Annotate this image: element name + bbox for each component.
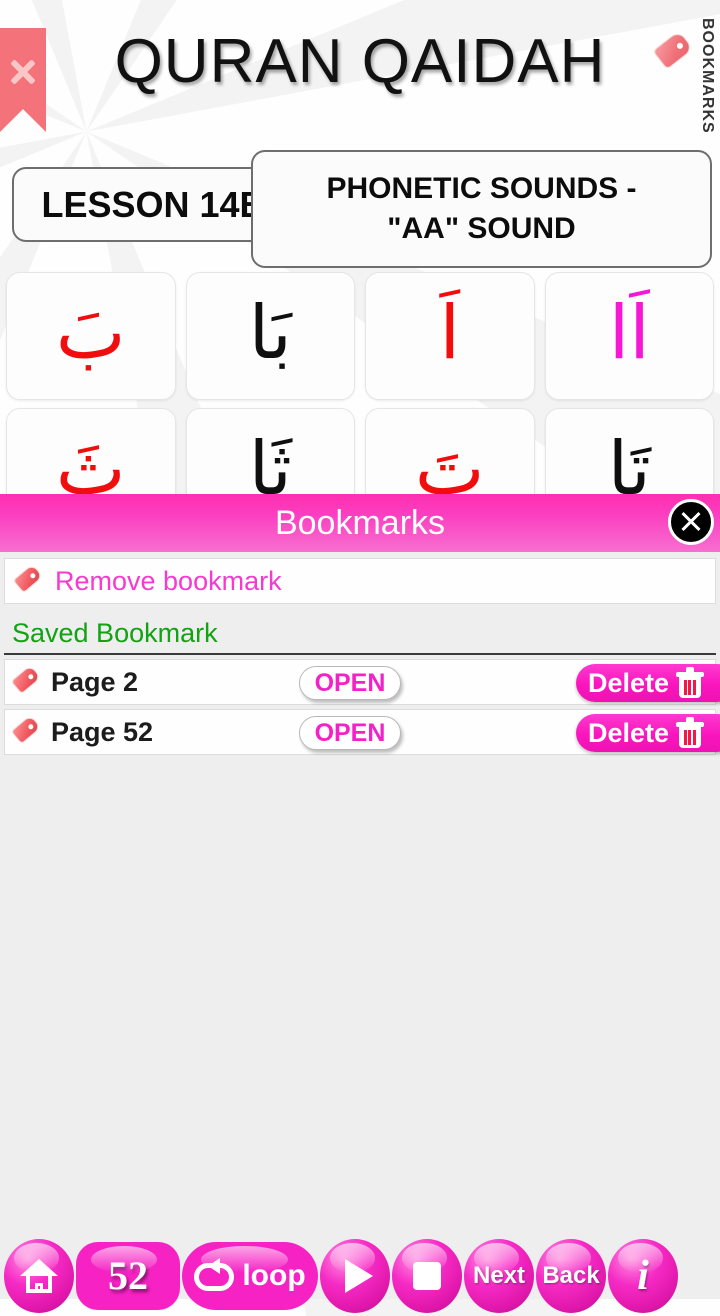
bookmark-page-label: Page 2	[51, 666, 139, 697]
lesson-topic-line1: PHONETIC SOUNDS -	[326, 171, 637, 205]
trash-icon	[675, 667, 705, 699]
delete-bookmark-button[interactable]: Delete	[576, 714, 720, 752]
next-button[interactable]: Next	[464, 1238, 534, 1313]
close-icon	[679, 510, 703, 534]
lesson-bar: LESSON 14B PHONETIC SOUNDS - "AA" SOUND	[0, 145, 720, 272]
bottom-toolbar: 52 loop Next Back i	[0, 1235, 720, 1316]
page-number-button[interactable]: 52	[76, 1241, 180, 1310]
stop-button[interactable]	[392, 1238, 462, 1313]
bookmarks-panel: Bookmarks Remove bookmark Saved Bookmark…	[0, 494, 720, 1299]
home-button[interactable]	[4, 1238, 74, 1313]
back-label: Back	[542, 1261, 600, 1289]
bookmark-row[interactable]: Page 2 OPEN Delete	[4, 659, 720, 705]
bookmark-tag-icon	[10, 714, 42, 749]
play-button[interactable]	[320, 1238, 390, 1313]
letter-card[interactable]: اَ	[365, 272, 535, 400]
delete-button-label: Delete	[588, 717, 670, 748]
bookmark-tag-icon	[10, 664, 42, 699]
delete-button-label: Delete	[588, 667, 670, 698]
trash-icon	[675, 717, 705, 749]
bookmarks-label: BOOKMARKS	[699, 18, 716, 134]
loop-button[interactable]: loop	[182, 1241, 318, 1310]
app-root: QURAN QAIDAH BOOKMARKS LESSON 14B PHONET…	[0, 0, 720, 1316]
saved-bookmark-heading: Saved Bookmark	[4, 608, 716, 655]
letter-card[interactable]: بَ	[6, 272, 176, 400]
back-button[interactable]: Back	[536, 1238, 606, 1313]
app-header: QURAN QAIDAH BOOKMARKS	[0, 0, 720, 145]
letter-card[interactable]: اَا	[544, 272, 714, 400]
info-icon: i	[637, 1252, 649, 1299]
bookmark-row[interactable]: Page 52 OPEN Delete	[4, 709, 720, 755]
close-panel-button[interactable]	[668, 499, 714, 545]
bookmarks-panel-title: Bookmarks	[274, 503, 446, 542]
stop-icon	[413, 1261, 441, 1290]
page-title: QURAN QAIDAH	[114, 27, 606, 96]
remove-bookmark-label: Remove bookmark	[55, 565, 282, 596]
lesson-topic-box: PHONETIC SOUNDS - "AA" SOUND	[251, 150, 712, 268]
bookmarks-button[interactable]: BOOKMARKS	[652, 18, 716, 143]
open-bookmark-button[interactable]: OPEN	[299, 666, 401, 700]
bookmark-page-label: Page 52	[51, 716, 154, 747]
next-label: Next	[472, 1261, 526, 1289]
lesson-topic-line2: "AA" SOUND	[387, 212, 576, 245]
bookmark-tag-icon	[652, 30, 694, 70]
info-button[interactable]: i	[608, 1238, 678, 1313]
home-icon	[20, 1258, 58, 1293]
bookmarks-panel-header: Bookmarks	[0, 494, 720, 552]
bookmarks-panel-body: Remove bookmark Saved Bookmark Page 2 OP…	[0, 558, 720, 1299]
loop-icon	[194, 1257, 236, 1293]
delete-bookmark-button[interactable]: Delete	[576, 664, 720, 702]
loop-label: loop	[242, 1258, 306, 1292]
play-icon	[345, 1258, 373, 1293]
open-bookmark-button[interactable]: OPEN	[299, 716, 401, 750]
bookmark-tag-icon	[12, 563, 44, 598]
remove-bookmark-row[interactable]: Remove bookmark	[4, 558, 716, 604]
letter-card[interactable]: بَا	[185, 272, 355, 400]
